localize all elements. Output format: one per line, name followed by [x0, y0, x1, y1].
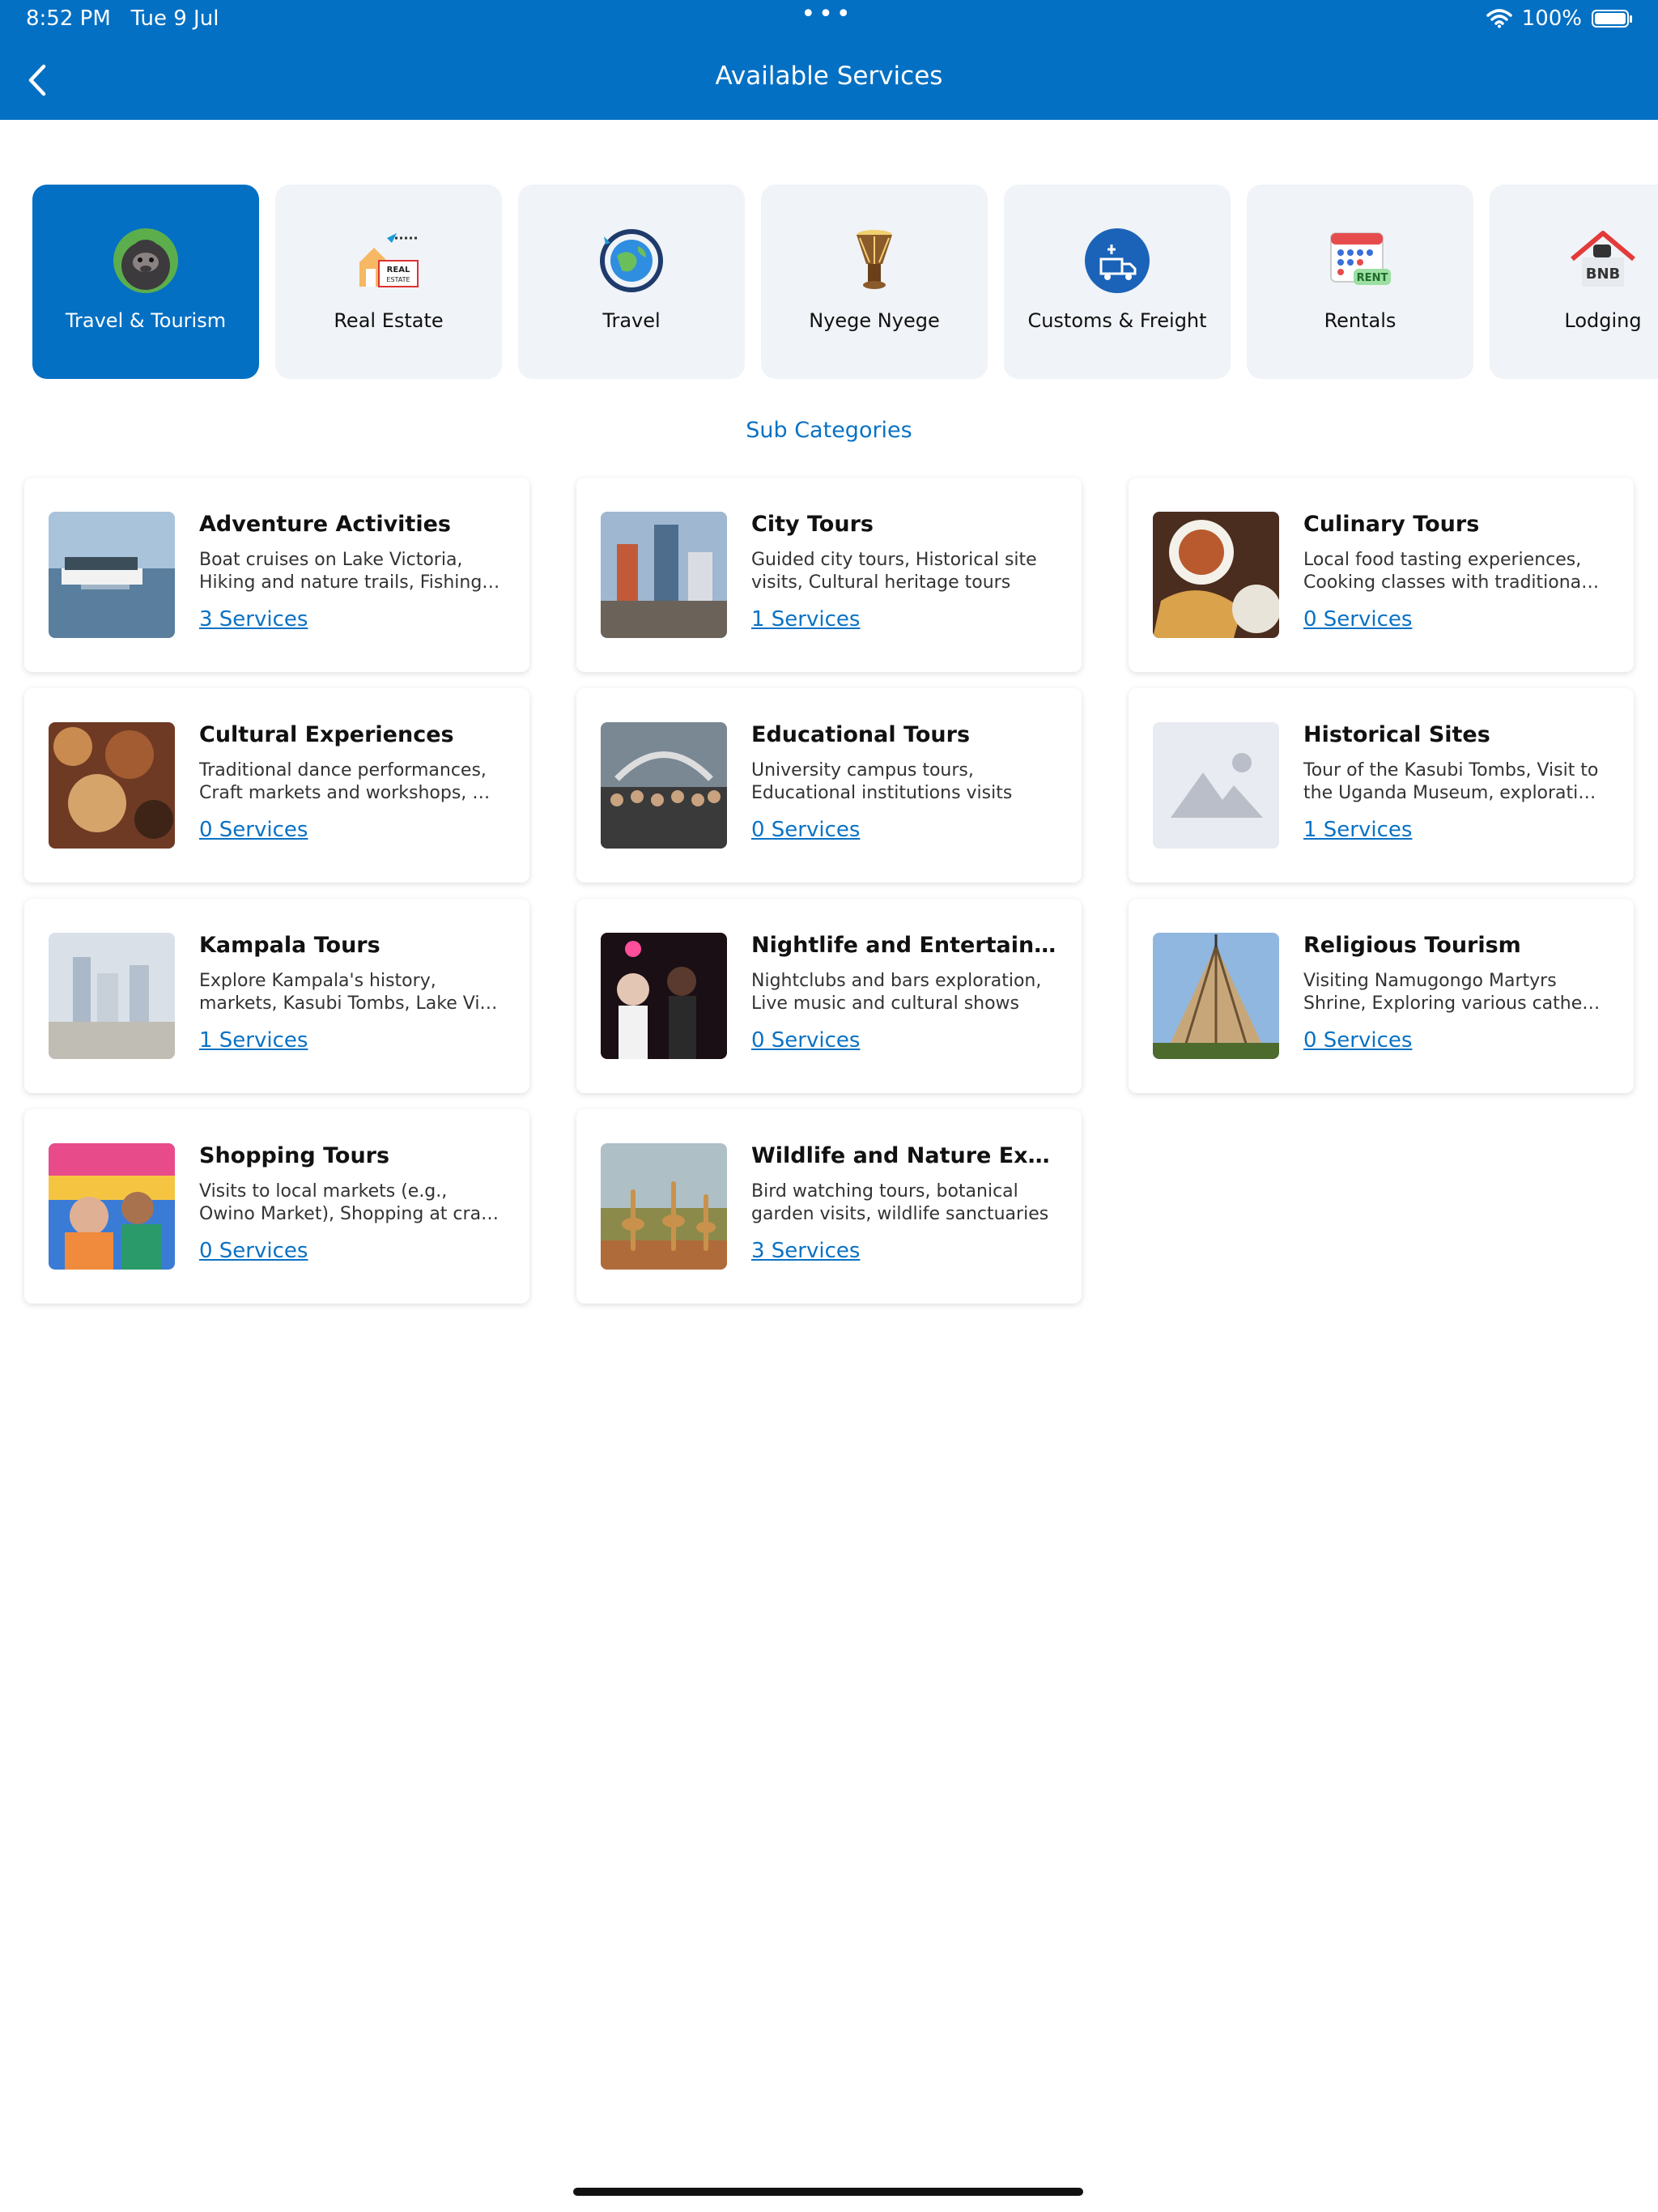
services-link[interactable]: 0 Services: [1303, 1028, 1412, 1053]
subcategory-card-shopping-tours[interactable]: Shopping Tours Visits to local markets (…: [24, 1109, 529, 1304]
subcategory-title: Adventure Activities: [199, 512, 451, 537]
services-link[interactable]: 1 Services: [199, 1028, 308, 1053]
status-right: 100%: [1486, 6, 1632, 31]
svg-text:REAL: REAL: [387, 266, 410, 274]
services-link[interactable]: 1 Services: [1303, 818, 1412, 842]
svg-text:ESTATE: ESTATE: [386, 276, 410, 283]
category-label: Lodging: [1564, 309, 1642, 332]
globe-icon: [600, 229, 663, 292]
svg-text:RENT: RENT: [1357, 272, 1388, 284]
subcategory-description: Visiting Namugongo Martyrs Shrine, Explo…: [1303, 971, 1601, 1014]
category-real-estate[interactable]: REAL ESTATE Real Estate: [275, 185, 502, 379]
subcategory-description: University campus tours, Educational ins…: [751, 760, 1013, 803]
subcategory-image: [49, 512, 175, 638]
category-lodging[interactable]: BNB Lodging: [1490, 185, 1658, 379]
services-link[interactable]: 0 Services: [751, 818, 860, 842]
category-label: Travel: [602, 309, 661, 332]
subcategory-title: Cultural Experiences: [199, 722, 454, 747]
services-link[interactable]: 0 Services: [199, 1239, 308, 1263]
subcategory-card-educational-tours[interactable]: Educational Tours University campus tour…: [576, 688, 1082, 883]
subcategory-card-cultural-experiences[interactable]: Cultural Experiences Traditional dance p…: [24, 688, 529, 883]
services-link[interactable]: 3 Services: [751, 1239, 860, 1263]
subcategory-description: Local food tasting experiences, Cooking …: [1303, 550, 1600, 593]
subcategory-card-kampala-tours[interactable]: Kampala Tours Explore Kampala's history,…: [24, 899, 529, 1093]
services-link[interactable]: 3 Services: [199, 607, 308, 632]
image-placeholder-icon: [1153, 722, 1279, 849]
status-bar: 8:52 PM Tue 9 Jul ••• 100%: [26, 2, 1632, 34]
services-link[interactable]: 0 Services: [751, 1028, 860, 1053]
subcategory-description: Nightclubs and bars exploration, Live mu…: [751, 971, 1042, 1014]
category-scroller[interactable]: Travel & Tourism REAL ESTATE Real Estate…: [32, 185, 1658, 379]
multitasking-dots-icon[interactable]: •••: [801, 2, 853, 27]
subcategory-card-nightlife-entertainment[interactable]: Nightlife and Entertainm… Nightclubs and…: [576, 899, 1082, 1093]
subcategories-heading: Sub Categories: [746, 418, 912, 443]
subcategory-image: [49, 722, 175, 849]
subcategory-description: Bird watching tours, botanical garden vi…: [751, 1181, 1049, 1224]
drum-icon: [857, 230, 892, 289]
subcategory-title: Nightlife and Entertainm…: [751, 933, 1059, 958]
category-label: Rentals: [1324, 309, 1397, 332]
rent-calendar-icon: RENT: [1330, 232, 1391, 285]
subcategory-title: Historical Sites: [1303, 722, 1490, 747]
truck-icon: [1085, 228, 1150, 293]
category-travel-tourism[interactable]: Travel & Tourism: [32, 185, 259, 379]
battery-percent: 100%: [1521, 6, 1582, 31]
subcategory-title: Educational Tours: [751, 722, 971, 747]
category-label: Customs & Freight: [1027, 309, 1207, 332]
wifi-icon: [1486, 9, 1512, 28]
real-estate-icon: REAL ESTATE: [359, 233, 419, 287]
category-label: Real Estate: [334, 309, 444, 332]
status-time: 8:52 PM Tue 9 Jul: [26, 6, 219, 31]
subcategory-title: Religious Tourism: [1303, 933, 1521, 958]
subcategory-title: City Tours: [751, 512, 874, 537]
category-customs-freight[interactable]: Customs & Freight: [1004, 185, 1231, 379]
subcategory-image: [49, 1143, 175, 1270]
services-link[interactable]: 1 Services: [751, 607, 860, 632]
gorilla-icon: [113, 228, 178, 293]
category-rentals[interactable]: RENT Rentals: [1247, 185, 1473, 379]
subcategory-image: [1153, 933, 1279, 1059]
subcategory-image: [601, 512, 727, 638]
subcategory-card-wildlife-nature[interactable]: Wildlife and Nature Excu… Bird watching …: [576, 1109, 1082, 1304]
app-header: 8:52 PM Tue 9 Jul ••• 100% Available Ser…: [0, 0, 1658, 120]
subcategory-image: [49, 933, 175, 1059]
subcategory-image: [601, 722, 727, 849]
category-nyege-nyege[interactable]: Nyege Nyege: [761, 185, 988, 379]
subcategory-title: Kampala Tours: [199, 933, 380, 958]
home-indicator[interactable]: [573, 2188, 1083, 2196]
subcategory-title: Culinary Tours: [1303, 512, 1480, 537]
subcategory-card-adventure-activities[interactable]: Adventure Activities Boat cruises on Lak…: [24, 478, 529, 672]
services-link[interactable]: 0 Services: [1303, 607, 1412, 632]
subcategory-title: Wildlife and Nature Excu…: [751, 1143, 1059, 1168]
subcategory-image: [601, 1143, 727, 1270]
subcategory-description: Traditional dance performances, Craft ma…: [199, 760, 491, 803]
page-title: Available Services: [715, 62, 943, 91]
category-label: Nyege Nyege: [809, 309, 940, 332]
subcategory-image: [1153, 512, 1279, 638]
subcategory-card-culinary-tours[interactable]: Culinary Tours Local food tasting experi…: [1129, 478, 1634, 672]
svg-text:BNB: BNB: [1586, 266, 1621, 283]
subcategory-card-city-tours[interactable]: City Tours Guided city tours, Historical…: [576, 478, 1082, 672]
subcategory-description: Tour of the Kasubi Tombs, Visit to the U…: [1303, 760, 1599, 803]
subcategory-card-historical-sites[interactable]: Historical Sites Tour of the Kasubi Tomb…: [1129, 688, 1634, 883]
battery-icon: [1592, 10, 1632, 28]
subcategory-description: Visits to local markets (e.g., Owino Mar…: [199, 1181, 500, 1224]
category-travel[interactable]: Travel: [518, 185, 745, 379]
subcategory-description: Guided city tours, Historical site visit…: [751, 550, 1037, 593]
services-link[interactable]: 0 Services: [199, 818, 308, 842]
subcategory-title: Shopping Tours: [199, 1143, 390, 1168]
subcategory-description: Explore Kampala's history, markets, Kasu…: [199, 971, 498, 1014]
category-label: Travel & Tourism: [65, 309, 227, 332]
subcategory-image: [601, 933, 727, 1059]
subcategory-card-religious-tourism[interactable]: Religious Tourism Visiting Namugongo Mar…: [1129, 899, 1634, 1093]
bnb-house-icon: BNB: [1571, 231, 1635, 287]
subcategory-description: Boat cruises on Lake Victoria, Hiking an…: [199, 550, 500, 593]
